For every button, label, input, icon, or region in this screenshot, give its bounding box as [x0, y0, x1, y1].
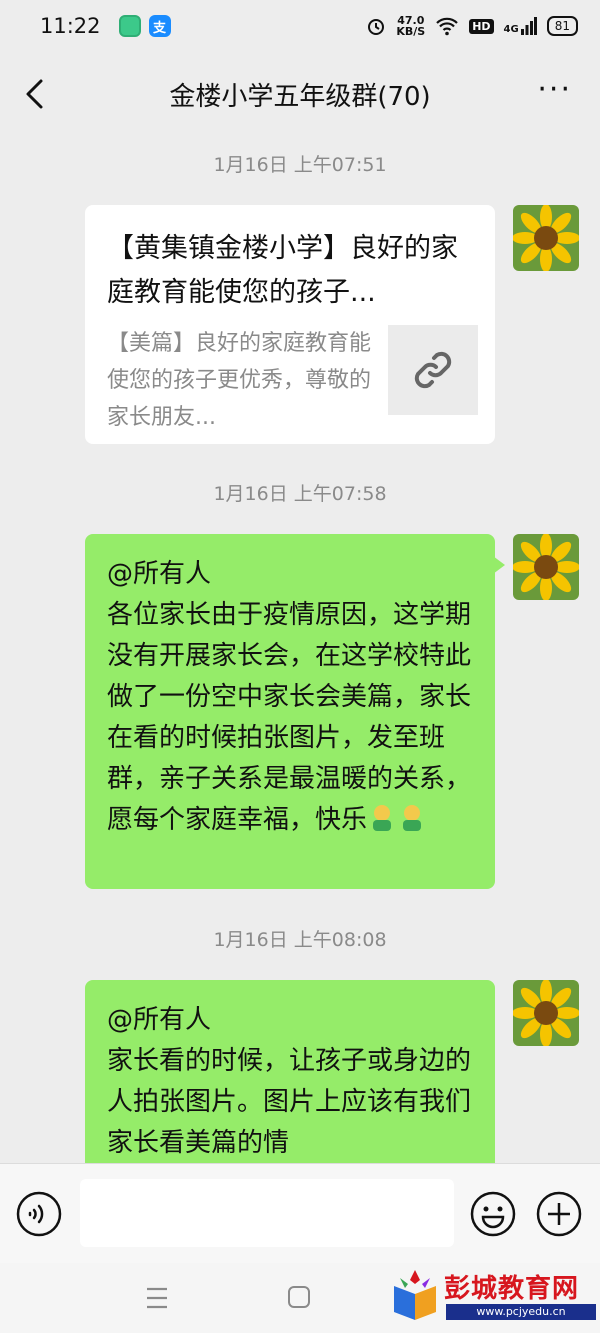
voice-input-icon[interactable]: [16, 1191, 62, 1237]
wifi-icon: [436, 17, 458, 36]
alarm-icon: [368, 19, 385, 35]
back-arrow-icon[interactable]: [22, 78, 52, 110]
sunflower-avatar-icon: [513, 534, 579, 600]
link-card-thumbnail: [388, 325, 478, 415]
text-message-bubble[interactable]: @所有人 各位家长由于疫情原因，这学期没有开展家长会，在这学校特此做了一份空中家…: [85, 534, 505, 889]
emoji-button-icon[interactable]: [470, 1191, 516, 1237]
hd-badge: HD: [469, 18, 494, 34]
link-card-description: 【美篇】良好的家庭教育能使您的孩子更优秀，尊敬的家长朋友...: [107, 331, 372, 430]
recent-apps-icon[interactable]: [146, 1285, 168, 1311]
alipay-icon: 支: [148, 15, 171, 37]
signal-indicator: 4G: [504, 17, 537, 35]
book-logo-icon: [394, 1270, 436, 1320]
sunflower-avatar-icon: [513, 980, 579, 1046]
signal-icon: [520, 17, 537, 35]
more-options-icon[interactable]: ···: [537, 75, 572, 105]
sender-avatar[interactable]: [513, 534, 579, 600]
sunflower-avatar-icon: [513, 205, 579, 271]
sender-avatar[interactable]: [513, 205, 579, 271]
chat-app-icon: [118, 15, 141, 37]
message-input[interactable]: [80, 1179, 454, 1247]
emoji-icon: [373, 805, 392, 831]
link-card-message[interactable]: 【黄集镇金楼小学】良好的家庭教育能使您的孩子... 【美篇】良好的家庭教育能使您…: [85, 205, 495, 444]
battery-indicator: 81: [546, 16, 578, 36]
message-text: @所有人 各位家长由于疫情原因，这学期没有开展家长会，在这学校特此做了一份空中家…: [107, 559, 472, 835]
site-watermark: 彭城教育网 www.pcjyedu.cn: [390, 1266, 600, 1326]
chat-header: 金楼小学五年级群(70) ···: [0, 52, 600, 136]
link-card-title: 【黄集镇金楼小学】良好的家庭教育能使您的孩子...: [107, 233, 458, 308]
message-text: @所有人 家长看的时候，让孩子或身边的人拍张图片。图片上应该有我们家长看美篇的情: [107, 1005, 472, 1158]
message-input-bar: [0, 1163, 600, 1263]
text-message-bubble[interactable]: @所有人 家长看的时候，让孩子或身边的人拍张图片。图片上应该有我们家长看美篇的情: [85, 980, 495, 1180]
status-time: 11:22: [40, 14, 101, 38]
status-indicators: 47.0 KB/S HD 4G 81: [366, 15, 578, 37]
add-more-icon[interactable]: [536, 1191, 582, 1237]
network-speed: 47.0 KB/S: [396, 14, 426, 38]
status-bar: 11:22 支 47.0 KB/S HD 4G 81: [0, 0, 600, 52]
message-timestamp: 1月16日 上午08:08: [213, 929, 387, 951]
message-timestamp: 1月16日 上午07:58: [213, 483, 387, 505]
message-timestamp: 1月16日 上午07:51: [213, 154, 387, 176]
home-button-icon[interactable]: [288, 1286, 310, 1308]
emoji-icon: [403, 805, 422, 831]
watermark-name: 彭城教育网: [444, 1274, 580, 1304]
watermark-url: www.pcjyedu.cn: [446, 1304, 596, 1320]
link-icon: [414, 351, 452, 389]
sender-avatar[interactable]: [513, 980, 579, 1046]
group-title: 金楼小学五年级群(70): [169, 81, 431, 112]
